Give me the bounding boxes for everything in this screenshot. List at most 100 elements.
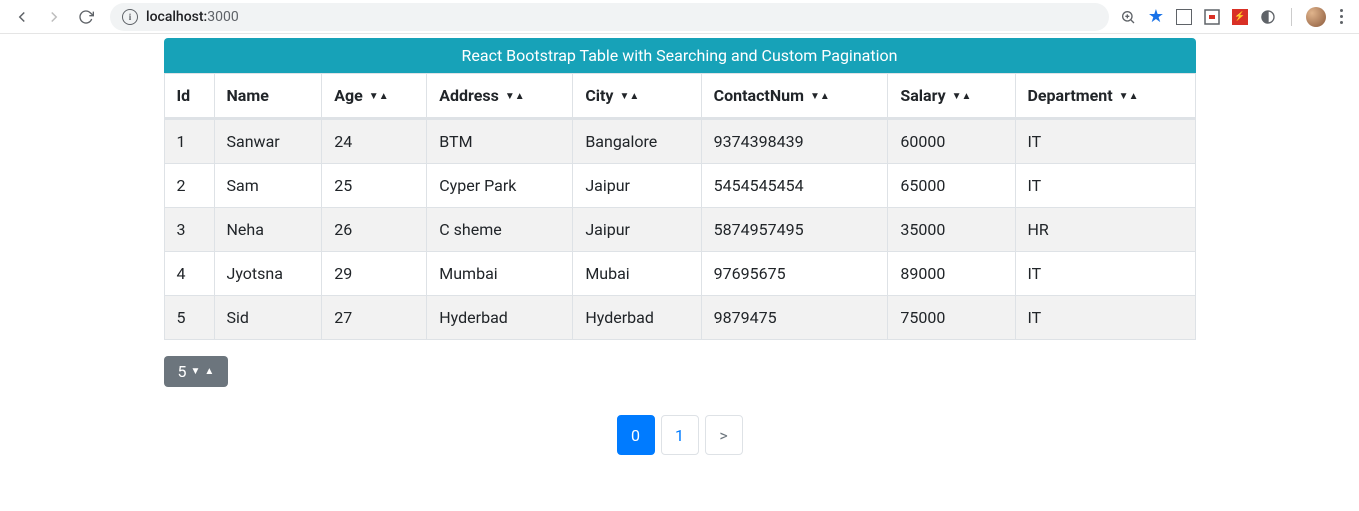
- page-button-1[interactable]: 1: [661, 415, 699, 455]
- cell-dept: IT: [1015, 119, 1195, 164]
- sort-asc-icon: ▲: [962, 92, 972, 102]
- bookmark-star-icon[interactable]: ★: [1147, 8, 1165, 26]
- column-header-age[interactable]: Age ▼ ▲: [322, 74, 427, 119]
- cell-dept: IT: [1015, 296, 1195, 340]
- cell-city: Mubai: [573, 252, 701, 296]
- caret-down-icon: ▼: [191, 366, 201, 377]
- back-button[interactable]: [8, 3, 36, 31]
- cell-salary: 35000: [888, 208, 1015, 252]
- menu-dots-icon[interactable]: [1336, 5, 1347, 28]
- cell-age: 26: [322, 208, 427, 252]
- column-header-salary[interactable]: Salary ▼ ▲: [888, 74, 1015, 119]
- column-header-name: Name: [214, 74, 322, 119]
- cell-city: Jaipur: [573, 208, 701, 252]
- column-label: Age: [334, 86, 363, 105]
- data-table: IdNameAge ▼ ▲Address ▼ ▲City ▼ ▲ContactN…: [164, 73, 1196, 340]
- cell-id: 5: [164, 296, 214, 340]
- cell-address: BTM: [427, 119, 573, 164]
- table-row: 1Sanwar24BTMBangalore937439843960000IT: [164, 119, 1195, 164]
- cell-dept: HR: [1015, 208, 1195, 252]
- cell-city: Hyderbad: [573, 296, 701, 340]
- column-header-id: Id: [164, 74, 214, 119]
- extension-card-icon[interactable]: [1203, 8, 1221, 26]
- column-label: Id: [177, 86, 191, 105]
- cell-age: 24: [322, 119, 427, 164]
- table-row: 2Sam25Cyper ParkJaipur545454545465000IT: [164, 164, 1195, 208]
- column-label: ContactNum: [714, 86, 804, 105]
- extension-red-icon[interactable]: ⚡: [1231, 8, 1249, 26]
- cell-salary: 89000: [888, 252, 1015, 296]
- column-label: Department: [1028, 86, 1113, 105]
- info-icon: i: [122, 9, 138, 25]
- cell-address: Mumbai: [427, 252, 573, 296]
- page-container: React Bootstrap Table with Searching and…: [164, 34, 1196, 495]
- cell-name: Neha: [214, 208, 322, 252]
- column-label: Salary: [900, 86, 945, 105]
- column-header-contactnum[interactable]: ContactNum ▼ ▲: [701, 74, 888, 119]
- cell-age: 29: [322, 252, 427, 296]
- column-label: City: [585, 86, 613, 105]
- cell-id: 1: [164, 119, 214, 164]
- cell-age: 27: [322, 296, 427, 340]
- cell-id: 2: [164, 164, 214, 208]
- sort-asc-icon: ▲: [515, 92, 525, 102]
- sort-icons: ▼ ▲: [810, 92, 830, 102]
- cell-id: 4: [164, 252, 214, 296]
- column-header-city[interactable]: City ▼ ▲: [573, 74, 701, 119]
- extension-box-icon[interactable]: [1175, 8, 1193, 26]
- cell-salary: 65000: [888, 164, 1015, 208]
- column-label: Name: [227, 86, 269, 105]
- browser-toolbar: i localhost:3000 ★ ⚡: [0, 0, 1359, 34]
- sort-desc-icon: ▼: [952, 92, 962, 102]
- page-size-dropdown[interactable]: 5 ▼ ▲: [164, 356, 229, 387]
- sort-icons: ▼ ▲: [505, 92, 525, 102]
- sort-icons: ▼ ▲: [369, 92, 389, 102]
- cell-dept: IT: [1015, 164, 1195, 208]
- cell-salary: 75000: [888, 296, 1015, 340]
- zoom-icon[interactable]: [1119, 8, 1137, 26]
- table-row: 3Neha26C shemeJaipur587495749535000HR: [164, 208, 1195, 252]
- cell-address: Cyper Park: [427, 164, 573, 208]
- extension-moon-icon[interactable]: [1259, 8, 1277, 26]
- column-header-department[interactable]: Department ▼ ▲: [1015, 74, 1195, 119]
- cell-contact: 9879475: [701, 296, 888, 340]
- cell-dept: IT: [1015, 252, 1195, 296]
- cell-age: 25: [322, 164, 427, 208]
- cell-contact: 9374398439: [701, 119, 888, 164]
- url-text: localhost:3000: [146, 9, 239, 25]
- cell-name: Sid: [214, 296, 322, 340]
- cell-contact: 5874957495: [701, 208, 888, 252]
- cell-name: Jyotsna: [214, 252, 322, 296]
- page-button-0[interactable]: 0: [617, 415, 655, 455]
- sort-asc-icon: ▲: [629, 92, 639, 102]
- table-body: 1Sanwar24BTMBangalore937439843960000IT2S…: [164, 119, 1195, 340]
- cell-address: Hyderbad: [427, 296, 573, 340]
- cell-address: C sheme: [427, 208, 573, 252]
- table-header-row: IdNameAge ▼ ▲Address ▼ ▲City ▼ ▲ContactN…: [164, 74, 1195, 119]
- table-row: 4Jyotsna29MumbaiMubai9769567589000IT: [164, 252, 1195, 296]
- column-header-address[interactable]: Address ▼ ▲: [427, 74, 573, 119]
- sort-icons: ▼ ▲: [619, 92, 639, 102]
- forward-button[interactable]: [40, 3, 68, 31]
- cell-name: Sanwar: [214, 119, 322, 164]
- table-header-bar: React Bootstrap Table with Searching and…: [164, 38, 1196, 73]
- sort-asc-icon: ▲: [379, 92, 389, 102]
- page-next-button[interactable]: >: [705, 415, 743, 455]
- cell-city: Jaipur: [573, 164, 701, 208]
- sort-desc-icon: ▼: [369, 92, 379, 102]
- cell-salary: 60000: [888, 119, 1015, 164]
- sort-asc-icon: ▲: [820, 92, 830, 102]
- sort-desc-icon: ▼: [1119, 92, 1129, 102]
- sort-icons: ▼ ▲: [1119, 92, 1139, 102]
- cell-contact: 97695675: [701, 252, 888, 296]
- reload-button[interactable]: [72, 3, 100, 31]
- address-bar[interactable]: i localhost:3000: [110, 3, 1109, 31]
- sort-desc-icon: ▼: [810, 92, 820, 102]
- toolbar-right: ★ ⚡: [1119, 5, 1351, 28]
- cell-contact: 5454545454: [701, 164, 888, 208]
- sort-icons: ▼ ▲: [952, 92, 972, 102]
- pagination: 01>: [164, 415, 1196, 455]
- caret-up-icon: ▲: [204, 366, 214, 377]
- table-row: 5Sid27HyderbadHyderbad987947575000IT: [164, 296, 1195, 340]
- profile-avatar[interactable]: [1306, 7, 1326, 27]
